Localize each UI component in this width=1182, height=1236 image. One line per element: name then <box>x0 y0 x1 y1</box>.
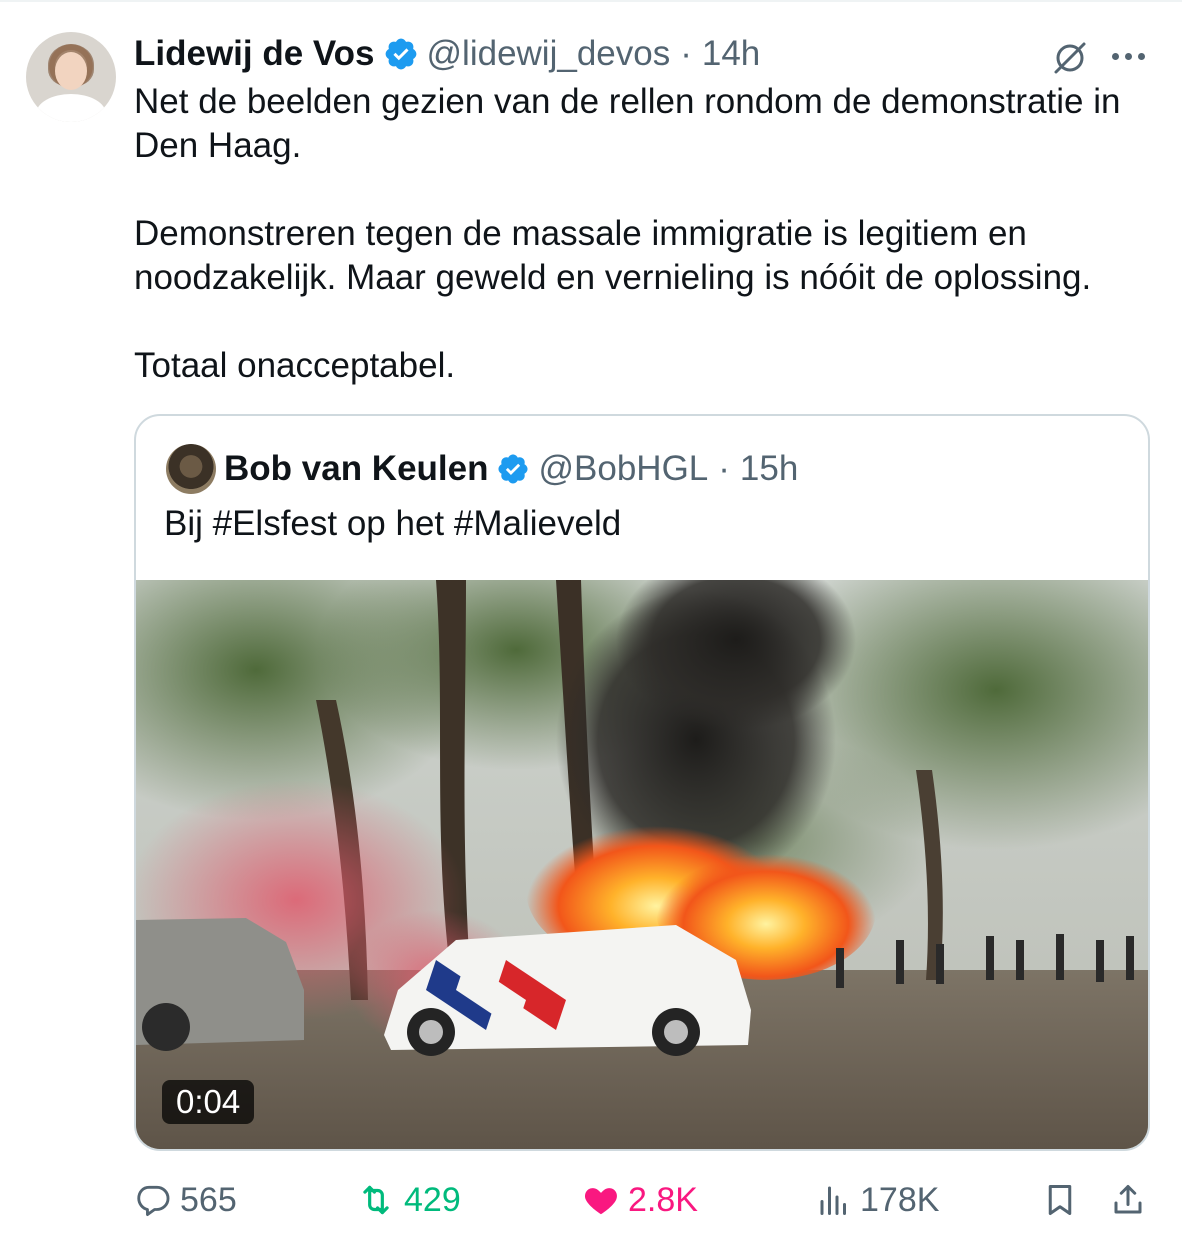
video-frame <box>136 580 1148 1149</box>
repost-count: 429 <box>404 1180 461 1219</box>
heart-icon <box>585 1188 617 1215</box>
more-icon[interactable] <box>1112 44 1148 68</box>
video-duration: 0:04 <box>162 1080 255 1124</box>
video-player[interactable]: 0:04 <box>136 580 1148 1149</box>
quoted-tweet-text: Bij #Elsfest op het #Malieveld <box>164 504 622 543</box>
quoted-author-avatar[interactable] <box>166 444 216 494</box>
author-avatar[interactable] <box>26 32 116 122</box>
author-handle[interactable]: @lidewij_devos <box>427 34 671 74</box>
quoted-author-name[interactable]: Bob van Keulen <box>224 449 488 489</box>
repost-button[interactable]: 429 <box>356 1172 461 1228</box>
separator: · <box>718 449 730 488</box>
quoted-tweet[interactable]: Bob van Keulen @BobHGL · 15h Bij #Elsfes… <box>134 414 1150 1151</box>
like-button[interactable]: 2.8K <box>582 1172 698 1228</box>
divider <box>0 0 1182 4</box>
bookmark-icon <box>1048 1185 1072 1215</box>
verified-badge-icon <box>385 38 416 70</box>
grok-icon[interactable] <box>1050 38 1090 78</box>
reply-icon <box>137 1185 170 1216</box>
views-icon <box>820 1186 846 1215</box>
separator: · <box>680 34 692 73</box>
repost-icon <box>363 1185 389 1215</box>
bookmark-button[interactable] <box>1042 1172 1078 1228</box>
author-name[interactable]: Lidewij de Vos <box>134 34 375 74</box>
quoted-timestamp[interactable]: 15h <box>740 449 798 489</box>
timestamp[interactable]: 14h <box>702 34 760 74</box>
tweet-header: Lidewij de Vos @lidewij_devos · 14h <box>134 30 760 78</box>
tweet-text: Net de beelden gezien van de rellen rond… <box>134 82 1121 385</box>
reply-button[interactable]: 565 <box>134 1172 237 1228</box>
action-bar: 565 429 2.8K 178K <box>134 1172 1150 1228</box>
reply-count: 565 <box>180 1180 237 1219</box>
verified-badge-icon <box>498 454 529 484</box>
quoted-tweet-header: Bob van Keulen @BobHGL · 15h <box>224 446 798 492</box>
tweet-page: Lidewij de Vos @lidewij_devos · 14h Net … <box>0 0 1182 1236</box>
share-button[interactable] <box>1110 1172 1146 1228</box>
like-count: 2.8K <box>628 1180 698 1219</box>
views-button[interactable]: 178K <box>816 1172 939 1228</box>
quoted-author-handle[interactable]: @BobHGL <box>538 449 708 489</box>
views-count: 178K <box>860 1180 940 1219</box>
share-icon <box>1114 1185 1142 1214</box>
